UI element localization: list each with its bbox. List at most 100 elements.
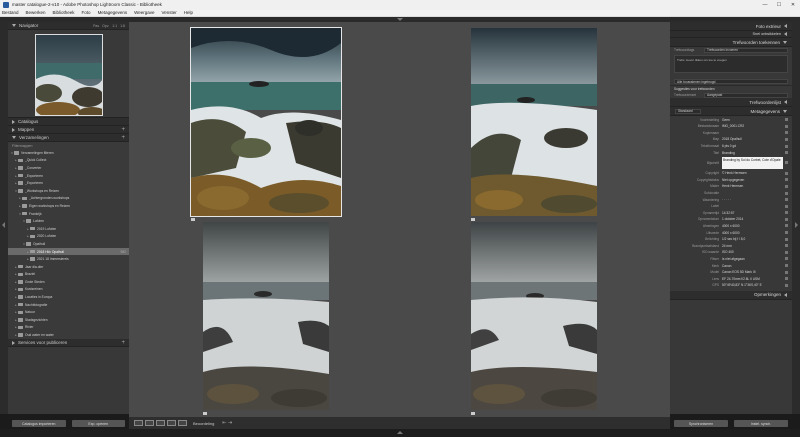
metadata-action-icon[interactable] [785, 211, 788, 215]
metadata-action-icon[interactable] [785, 204, 788, 208]
sort-direction-icon[interactable]: ⇤ ⇥ [222, 420, 232, 426]
metadata-value[interactable]: Branding by Sol du Corbet, Cote d'Opale [722, 156, 783, 169]
photo-thumbnail[interactable] [190, 27, 342, 217]
metadata-value[interactable]: 1/2 sec bij f / 8,0 [722, 237, 783, 241]
grid-view-icon[interactable] [134, 420, 143, 426]
collection-item[interactable]: ▾ Opalhull [8, 240, 129, 248]
metadata-action-icon[interactable] [785, 217, 788, 221]
metadata-action-icon[interactable] [785, 283, 788, 287]
collection-item[interactable]: ▸ Grote Steden [8, 278, 129, 286]
survey-view-icon[interactable] [167, 420, 176, 426]
nav-zoom-fit[interactable]: Pas [93, 24, 99, 28]
filmstrip-toggle-strip[interactable] [0, 429, 800, 437]
metadata-action-icon[interactable] [785, 144, 788, 148]
photo-thumbnail[interactable] [471, 28, 597, 216]
collapse-filmstrip-triangle-icon[interactable] [397, 431, 403, 434]
left-panel-edge[interactable] [0, 22, 8, 414]
menu-item[interactable]: Weergave [134, 10, 154, 15]
import-button[interactable]: Catalogus importeren [12, 420, 66, 427]
metadata-value[interactable]: 50°49'40,83" N 1°36'0,40" E [722, 283, 783, 287]
metadata-value[interactable]: Canon EOS 5D Mark III [722, 270, 783, 274]
metadata-action-icon[interactable] [785, 237, 788, 241]
catalog-header[interactable]: Catalogus [8, 118, 129, 126]
collection-item[interactable]: ▾ Lofoten [8, 217, 129, 225]
metadata-action-icon[interactable] [785, 131, 788, 135]
collection-item[interactable]: ▾ Verzamelingen filteren [8, 149, 129, 157]
keywording-header[interactable]: Trefwoorden toekennen [670, 38, 792, 47]
people-view-icon[interactable] [178, 420, 187, 426]
keyword-tags-select[interactable]: Trefwoorden invoeren [704, 47, 788, 53]
metadata-value[interactable]: · · · · · [722, 198, 783, 202]
keyword-input-area[interactable]: Trefw. Liever tikken om toe te voegen [674, 54, 788, 73]
minimize-button[interactable]: — [758, 0, 772, 9]
compare-view-icon[interactable] [156, 420, 165, 426]
metadata-action-icon[interactable] [785, 224, 788, 228]
histogram-header[interactable]: Foto extrieur [670, 22, 792, 31]
collections-header[interactable]: Verzamelingen + [8, 134, 129, 142]
metadata-action-icon[interactable] [785, 257, 788, 261]
maximize-button[interactable]: ☐ [772, 0, 786, 9]
collection-item[interactable]: ▾ _Workshops en Reizen [8, 187, 129, 195]
metadata-value[interactable]: 4000 x 6000 [722, 224, 783, 228]
menu-item[interactable]: Metagegevens [98, 10, 128, 15]
metadata-preset-select[interactable]: Standaard [675, 108, 701, 114]
metadata-action-icon[interactable] [785, 124, 788, 128]
menu-item[interactable]: Foto [82, 10, 91, 15]
metadata-action-icon[interactable] [785, 184, 788, 188]
close-button[interactable]: ✕ [786, 0, 800, 9]
publish-services-header[interactable]: Services voor publiceren + [8, 339, 129, 347]
add-publish-service-icon[interactable]: + [121, 340, 125, 346]
menu-item[interactable]: Help [184, 10, 193, 15]
collapse-top-triangle-icon[interactable] [397, 18, 403, 21]
collection-item[interactable]: ▸ _Achtergronden-workshops [8, 195, 129, 203]
collection-item[interactable]: ▸ Oud water en water [8, 331, 129, 339]
metadata-action-icon[interactable] [785, 244, 788, 248]
nav-zoom-fill[interactable]: Opv. [102, 24, 109, 28]
metadata-value[interactable]: Canon [722, 264, 783, 268]
collection-item[interactable]: ▸ 2019 Lofoten [8, 225, 129, 233]
metadata-action-icon[interactable] [785, 171, 788, 175]
collapse-left-triangle-icon[interactable] [2, 222, 5, 228]
sync-settings-button[interactable]: Instel. synch. [734, 420, 788, 427]
metadata-action-icon[interactable] [785, 161, 788, 165]
collection-item[interactable]: ▸ Eigen workshops en Reizen [8, 202, 129, 210]
add-folder-icon[interactable]: + [121, 127, 125, 133]
navigator-preview[interactable] [8, 30, 129, 118]
folders-header[interactable]: Mappen + [8, 126, 129, 134]
navigator-header[interactable]: Navigator Pas Opv. 1:1 1:8 [8, 22, 129, 30]
comments-header[interactable]: Opmerkingen [670, 290, 792, 300]
metadata-value[interactable]: Is niet afgegaan [722, 257, 783, 261]
metadata-value[interactable]: Geen [722, 118, 783, 122]
nav-zoom-1-8[interactable]: 1:8 [120, 24, 125, 28]
keyword-list-header[interactable]: Trefwoordenlijst [670, 98, 792, 108]
metadata-value[interactable]: © Henk Hermsen [722, 171, 783, 175]
photo-thumbnail[interactable] [471, 222, 597, 410]
metadata-action-icon[interactable] [785, 231, 788, 235]
metadata-value[interactable]: 4000 x 6000 [722, 231, 783, 235]
collection-item[interactable]: ▸ Jaar dia-dier [8, 263, 129, 271]
collection-item[interactable]: ▸ Kustsreinen [8, 286, 129, 294]
filter-collections-row[interactable]: Filtermappen [8, 142, 129, 149]
right-panel-edge[interactable] [792, 22, 800, 414]
collection-item[interactable]: ▸ Braziel [8, 271, 129, 279]
menu-item[interactable]: Bibliotheek [53, 10, 75, 15]
collection-item[interactable]: ▸ Rivier [8, 324, 129, 332]
collection-item[interactable]: ▸ Nachtfotografie [8, 301, 129, 309]
navigator-thumbnail[interactable] [35, 34, 103, 116]
collection-item[interactable]: ▸ Natuur [8, 308, 129, 316]
keyword-suggest-field[interactable]: Alle bouwstenen ingebrugd [674, 79, 788, 85]
quick-develop-header[interactable]: Snel ontwikkelen [670, 31, 792, 38]
metadata-action-icon[interactable] [785, 137, 788, 141]
metadata-value[interactable]: Niet opgegeven [722, 178, 783, 182]
photo-thumbnail[interactable] [203, 222, 329, 410]
collection-item[interactable]: ▸ _Converter [8, 164, 129, 172]
add-collection-icon[interactable]: + [121, 135, 125, 141]
collection-item[interactable]: ▸ Locaties in Europa [8, 293, 129, 301]
export-button[interactable]: Exp. openen [71, 420, 125, 427]
metadata-value[interactable]: 2018 Opalhull [722, 137, 783, 141]
metadata-action-icon[interactable] [785, 264, 788, 268]
menu-item[interactable]: Venster [162, 10, 177, 15]
metadata-value[interactable]: 1 oktober 2014 [722, 217, 783, 221]
metadata-value[interactable]: IMG_0001.CR2 [722, 124, 783, 128]
collection-item[interactable]: ▾ Frankrijk [8, 210, 129, 218]
